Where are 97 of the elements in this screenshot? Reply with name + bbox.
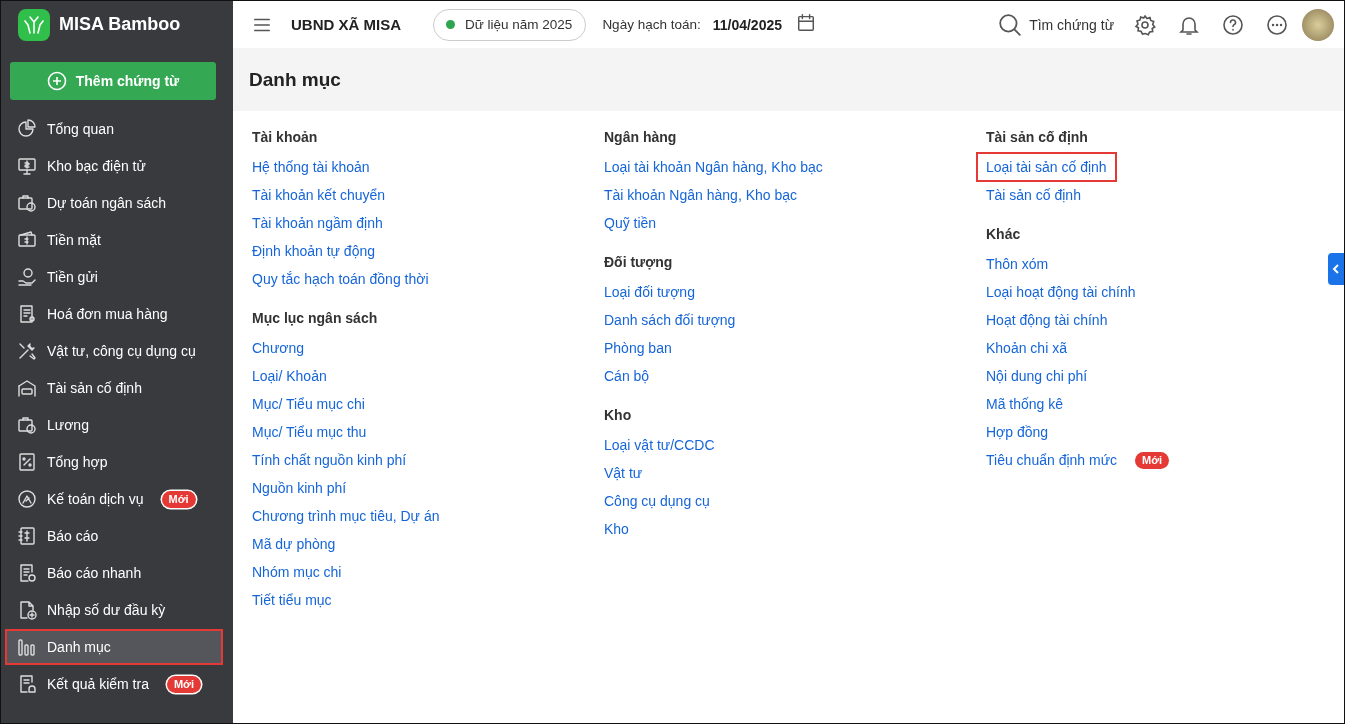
catalog-link[interactable]: Mục/ Tiểu mục chi: [242, 389, 375, 419]
group-heading: Ngân hàng: [604, 129, 678, 145]
catalog-link[interactable]: Loại đối tượng: [594, 277, 705, 307]
calendar-icon[interactable]: [796, 13, 816, 33]
sidebar-item[interactable]: Danh mục: [5, 629, 223, 665]
group-heading: Tài khoản: [252, 129, 319, 145]
catalog-link[interactable]: Tài khoản kết chuyển: [242, 180, 396, 210]
monitor-icon: [17, 156, 37, 176]
catalog-link[interactable]: Tài sản cố định: [976, 180, 1091, 210]
catalog-link[interactable]: Tài khoản Ngân hàng, Kho bạc: [594, 180, 808, 210]
catalog-link[interactable]: Loại/ Khoản: [242, 361, 337, 391]
app-name: MISA Bamboo: [59, 14, 181, 35]
sidebar-item[interactable]: Nhập số dư đầu kỳ: [5, 592, 223, 628]
catalog-link[interactable]: Định khoản tự động: [242, 236, 385, 266]
document-add-icon: [17, 600, 37, 620]
group-heading: Đối tượng: [604, 254, 674, 270]
catalog-link[interactable]: Cán bộ: [594, 361, 660, 391]
tools-icon: [17, 341, 37, 361]
catalog-link[interactable]: Mã thống kê: [976, 389, 1074, 419]
briefcase-coin-icon: [17, 415, 37, 435]
catalog-link[interactable]: Hệ thống tài khoản: [242, 152, 380, 182]
cash-icon: [17, 230, 37, 250]
settings-icon[interactable]: [1134, 13, 1156, 36]
group-heading: Tài sản cố định: [986, 129, 1089, 145]
bar-chart-icon: [17, 637, 37, 657]
plus-circle-icon: [46, 71, 67, 91]
catalog-link[interactable]: Vật tư: [594, 458, 653, 488]
sidebar-item[interactable]: Kho bạc điện tử: [5, 148, 223, 184]
catalog-link[interactable]: Loại tài sản cố định: [976, 152, 1117, 182]
search-voucher-button[interactable]: Tìm chứng từ: [998, 12, 1114, 37]
catalog-link[interactable]: Thôn xóm: [976, 249, 1059, 279]
chevron-left-icon: [1332, 264, 1340, 274]
catalog-link[interactable]: Mã dự phòng: [242, 529, 346, 559]
catalog-link[interactable]: Công cụ dụng cụ: [594, 486, 720, 516]
organization-name: UBND XÃ MISA: [291, 16, 401, 33]
check-result-icon: [17, 674, 37, 694]
collapse-panel-button[interactable]: [1328, 253, 1344, 285]
report-icon: [17, 526, 37, 546]
catalog-link[interactable]: Quy tắc hạch toán đồng thời: [242, 264, 439, 294]
sidebar-item[interactable]: Tài sản cố định: [5, 370, 223, 406]
catalog-link[interactable]: Loại vật tư/CCDC: [594, 430, 725, 460]
catalog-link[interactable]: Phòng ban: [594, 333, 682, 363]
group-heading: Khác: [986, 226, 1022, 242]
pie-chart-icon: [17, 119, 37, 139]
catalog-link[interactable]: Tính chất nguồn kinh phí: [242, 445, 417, 475]
page-title: Danh mục: [249, 68, 341, 91]
quick-report-icon: [17, 563, 37, 583]
help-icon[interactable]: [1222, 13, 1244, 36]
catalog-link[interactable]: Tiêu chuẩn định mức: [976, 445, 1128, 475]
sidebar-item[interactable]: Kết quả kiểm tra Mới: [5, 666, 223, 702]
new-badge: Mới: [166, 675, 201, 693]
sidebar-item[interactable]: Lương: [5, 407, 223, 443]
posting-date-value[interactable]: 11/04/2025: [712, 16, 782, 33]
sidebar-item[interactable]: Tiền gửi: [5, 259, 223, 295]
catalog-link[interactable]: Loại hoạt động tài chính: [976, 277, 1146, 307]
sidebar-item[interactable]: Tổng hợp: [5, 444, 223, 480]
catalog-link[interactable]: Tài khoản ngầm định: [242, 208, 393, 238]
catalog-link[interactable]: Chương trình mục tiêu, Dự án: [242, 501, 450, 531]
group-heading: Kho: [604, 407, 633, 423]
briefcase-coin-icon: [17, 193, 37, 213]
new-badge: Mới: [1135, 451, 1170, 469]
catalog-link[interactable]: Quỹ tiền: [594, 208, 667, 238]
catalog-link[interactable]: Danh sách đối tượng: [594, 305, 746, 335]
posting-date-label: Ngày hạch toán:: [602, 17, 701, 32]
catalog-link[interactable]: Hoạt động tài chính: [976, 305, 1118, 335]
sidebar-item[interactable]: Báo cáo: [5, 518, 223, 554]
group-heading: Mục lục ngân sách: [252, 310, 379, 326]
sidebar-item[interactable]: Vật tư, công cụ dụng cụ: [5, 333, 223, 369]
status-dot: [446, 20, 455, 29]
more-icon[interactable]: [1266, 13, 1288, 36]
sidebar-item[interactable]: Kế toán dịch vụ Mới: [5, 481, 223, 517]
hand-coin-icon: [17, 267, 37, 287]
car-garage-icon: [17, 378, 37, 398]
search-icon[interactable]: [998, 12, 1023, 37]
catalog-link[interactable]: Loại tài khoản Ngân hàng, Kho bạc: [594, 152, 833, 182]
sidebar-item[interactable]: Tiền mặt: [5, 222, 223, 258]
data-year-selector[interactable]: Dữ liệu năm 2025: [433, 8, 587, 41]
catalog-link[interactable]: Khoản chi xã: [976, 333, 1077, 363]
catalog-link[interactable]: Nhóm mục chi: [242, 557, 352, 587]
sidebar-item[interactable]: Hoá đơn mua hàng: [5, 296, 223, 332]
bamboo-logo-icon: [18, 8, 50, 41]
catalog-link[interactable]: Kho: [594, 514, 639, 544]
invoice-icon: [17, 304, 37, 324]
sidebar-item[interactable]: Báo cáo nhanh: [5, 555, 223, 591]
sidebar-item[interactable]: Dự toán ngân sách: [5, 185, 223, 221]
new-badge: Mới: [161, 490, 196, 508]
sidebar-item[interactable]: Tổng quan: [5, 111, 223, 147]
service-icon: [17, 489, 37, 509]
catalog-link[interactable]: Chương: [242, 333, 315, 363]
percent-document-icon: [17, 452, 37, 472]
catalog-link[interactable]: Hợp đồng: [976, 417, 1059, 447]
catalog-link[interactable]: Mục/ Tiểu mục thu: [242, 417, 377, 447]
add-voucher-button[interactable]: Thêm chứng từ: [10, 62, 216, 100]
catalog-link[interactable]: Nội dung chi phí: [976, 361, 1098, 391]
avatar[interactable]: [1302, 8, 1334, 41]
catalog-link[interactable]: Nguồn kinh phí: [242, 473, 357, 503]
catalog-link[interactable]: Tiết tiểu mục: [242, 585, 342, 615]
